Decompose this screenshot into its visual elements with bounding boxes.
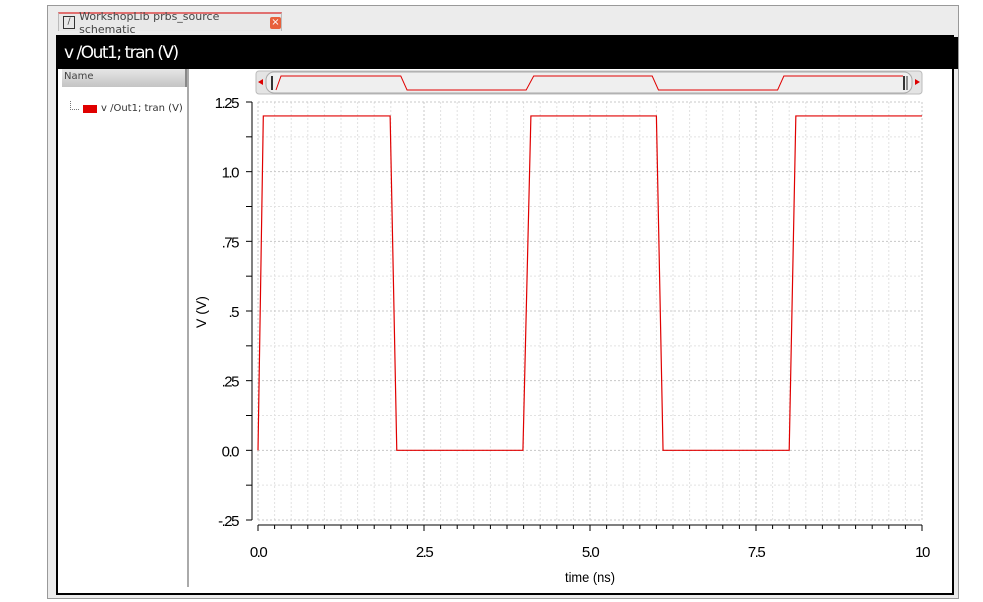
y-tick-label: 1.25	[215, 95, 239, 112]
scrollbar[interactable]	[255, 70, 923, 95]
x-tick-label: 2.5	[416, 544, 434, 561]
x-axis-label: time (ns)	[565, 569, 615, 585]
chart: 0.0 2.5 5.0 7.5 10 1.25 1.0 .75 .5 .25 0.0 -.25 tim…	[193, 70, 931, 585]
grid	[257, 101, 923, 521]
y-tick-label: .75	[222, 234, 240, 251]
y-tick-label: 1.0	[222, 165, 240, 182]
y-tick-label: .25	[222, 374, 240, 391]
scrollbar-thumb[interactable]	[265, 71, 913, 94]
x-tick-label: 0.0	[250, 544, 268, 561]
x-tick-label: 5.0	[582, 544, 600, 561]
x-tick-label: 10	[915, 544, 930, 561]
y-tick-label: 0.0	[222, 443, 240, 460]
y-axis-label: V (V)	[193, 296, 209, 328]
y-tick-label: -.25	[218, 513, 239, 530]
x-tick-label: 7.5	[748, 544, 766, 561]
y-tick-label: .5	[228, 304, 239, 321]
